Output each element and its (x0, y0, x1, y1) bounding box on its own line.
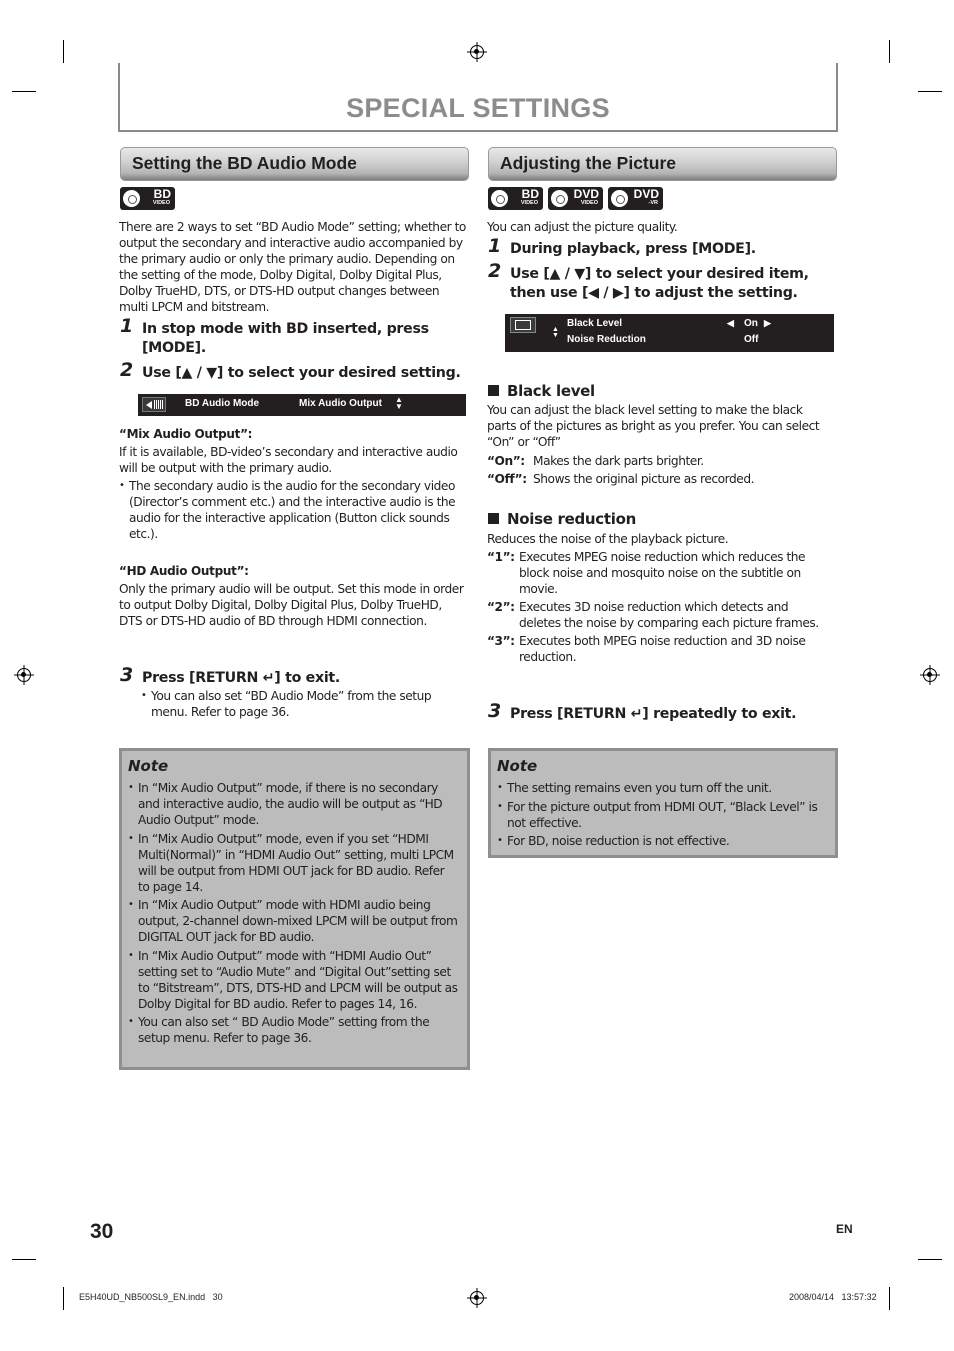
note-title: Note (497, 757, 538, 775)
crop-mark (63, 40, 64, 63)
list-item: In “Mix Audio Output” mode, even if you … (128, 831, 458, 895)
osd-row-label: Black Level (567, 318, 623, 329)
registration-mark-icon (17, 668, 31, 682)
section-heading-adjusting-picture: Adjusting the Picture (488, 147, 837, 181)
step-3-bullets: You can also set “BD Audio Mode” from th… (141, 688, 461, 723)
osd-row-value: Off (744, 334, 759, 345)
note-box-left: Note In “Mix Audio Output” mode, if ther… (119, 748, 470, 1070)
option-row: “Off”: Shows the original picture as reco… (487, 472, 755, 486)
step-1: 1 During playback, press [MODE]. (488, 235, 756, 258)
crop-mark (889, 1287, 890, 1310)
crop-mark (918, 91, 942, 92)
crop-mark (12, 1259, 36, 1260)
option-row: “1”: Executes MPEG noise reduction which … (487, 550, 806, 596)
registration-mark-icon (470, 45, 484, 59)
black-level-heading: Black level (488, 382, 595, 400)
osd-bd-audio-mode: BD Audio Mode Mix Audio Output ▲ ▼ (138, 394, 466, 416)
picture-settings-icon (510, 317, 536, 333)
step-2: 2 Use [▲ / ▼] to select your desired set… (120, 359, 461, 382)
right-arrow-icon: ▶ (764, 318, 771, 328)
up-down-arrows-icon: ▲ ▼ (395, 395, 403, 411)
file-info: E5H40UD_NB500SL9_EN.indd 30 (79, 1292, 223, 1302)
left-arrow-icon: ◀ (727, 318, 734, 328)
crop-mark (889, 40, 890, 63)
bd-video-disc-icon: BD VIDEO (120, 187, 175, 210)
step-2: 2 Use [▲ / ▼] to select your desired ite… (488, 260, 809, 302)
intro-text: You can adjust the picture quality. (487, 220, 678, 234)
speaker-icon (142, 397, 166, 412)
crop-mark (12, 91, 36, 92)
list-item: For BD, noise reduction is not effective… (497, 833, 827, 849)
hd-audio-text: Only the primary audio will be output. S… (119, 582, 464, 628)
list-item: You can also set “ BD Audio Mode” settin… (128, 1014, 458, 1046)
timestamp: 2008/04/14 13:57:32 (789, 1292, 877, 1302)
option-row: “2”: Executes 3D noise reduction which de… (487, 600, 819, 630)
note-list: The setting remains even you turn off th… (497, 780, 827, 852)
note-list: In “Mix Audio Output” mode, if there is … (128, 780, 458, 1049)
title-frame: SPECIAL SETTINGS (118, 63, 838, 132)
crop-mark (918, 1259, 942, 1260)
list-item: For the picture output from HDMI OUT, “B… (497, 799, 827, 831)
square-bullet-icon (488, 513, 499, 524)
section-heading-text: Adjusting the Picture (500, 153, 676, 173)
mix-audio-heading: “Mix Audio Output”: (119, 427, 253, 441)
dvd-video-disc-icon: DVD VIDEO (548, 187, 603, 210)
registration-mark-icon (470, 1291, 484, 1305)
language-label: EN (836, 1222, 853, 1236)
option-row: “3”: Executes both MPEG noise reduction a… (487, 634, 806, 664)
osd-picture-settings: ▲ ▼ Black Level ◀ On ▶ Noise Reduction Of… (505, 314, 834, 352)
list-item: The setting remains even you turn off th… (497, 780, 827, 796)
black-level-text: You can adjust the black level setting t… (487, 403, 820, 449)
option-row: “On”: Makes the dark parts brighter. (487, 454, 704, 468)
note-box-right: Note The setting remains even you turn o… (488, 748, 838, 858)
black-level-options: “On”: Makes the dark parts brighter. “Off… (487, 453, 832, 487)
page-number: 30 (90, 1220, 114, 1243)
crop-mark (63, 1287, 64, 1310)
list-item: In “Mix Audio Output” mode with HDMI aud… (128, 897, 458, 945)
list-item: In “Mix Audio Output” mode, if there is … (128, 780, 458, 828)
intro-text: There are 2 ways to set “BD Audio Mode” … (119, 220, 466, 314)
registration-mark-icon (923, 668, 937, 682)
note-title: Note (128, 757, 169, 775)
bd-video-disc-icon: BD VIDEO (488, 187, 543, 210)
osd-row-label: Noise Reduction (567, 334, 646, 345)
section-heading-text: Setting the BD Audio Mode (132, 153, 357, 173)
mix-audio-bullets: The secondary audio is the audio for the… (119, 478, 459, 545)
step-1: 1 In stop mode with BD inserted, press [… (120, 315, 429, 357)
dvd-vr-disc-icon: DVD -VR (608, 187, 663, 210)
step-3: 3 Press [RETURN ↵] to exit. (120, 664, 340, 687)
list-item: In “Mix Audio Output” mode with “HDMI Au… (128, 948, 458, 1012)
osd-label: BD Audio Mode (185, 398, 260, 409)
step-3: 3 Press [RETURN ↵] repeatedly to exit. (488, 700, 797, 723)
square-bullet-icon (488, 385, 499, 396)
up-down-arrows-icon: ▲ ▼ (552, 326, 559, 339)
mix-audio-text: If it is available, BD-video’s secondary… (119, 445, 458, 475)
noise-reduction-text: Reduces the noise of the playback pictur… (487, 532, 729, 546)
list-item: The secondary audio is the audio for the… (119, 478, 459, 542)
page-title: SPECIAL SETTINGS (346, 93, 610, 123)
list-item: You can also set “BD Audio Mode” from th… (141, 688, 461, 720)
hd-audio-heading: “HD Audio Output”: (119, 564, 249, 578)
noise-reduction-options: “1”: Executes MPEG noise reduction which … (487, 549, 832, 665)
osd-value: Mix Audio Output (299, 398, 382, 409)
noise-reduction-heading: Noise reduction (488, 510, 636, 528)
osd-row-value: On (744, 318, 758, 329)
section-heading-bd-audio-mode: Setting the BD Audio Mode (120, 147, 469, 181)
